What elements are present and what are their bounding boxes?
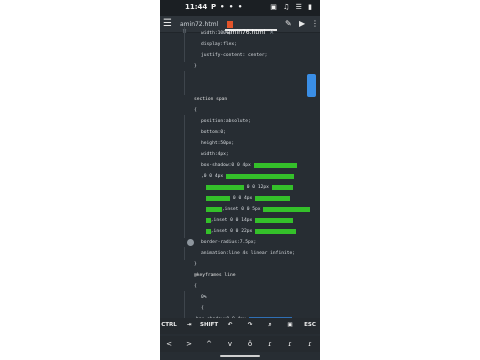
color-highlight xyxy=(255,218,294,223)
status-bar: 11:44 P • • • ▣ ♫ ☰ ▮ xyxy=(160,0,320,16)
save-icon[interactable]: ▣ xyxy=(281,322,299,328)
symbol-key[interactable]: ɾ xyxy=(261,340,279,348)
code-editor[interactable]: width:100%; display:flex; justify-conten… xyxy=(160,27,320,326)
system-status-icons: ▣ ♫ ☰ ▮ xyxy=(270,3,314,11)
shift-key[interactable]: SHIFT xyxy=(200,322,218,328)
color-highlight xyxy=(225,174,270,179)
down-arrow-icon[interactable]: v xyxy=(221,340,239,348)
gesture-bar[interactable] xyxy=(220,355,260,357)
symbol-key[interactable]: ɾ xyxy=(281,340,299,348)
color-highlight xyxy=(206,185,244,190)
color-highlight xyxy=(269,174,294,179)
fold-marker-icon[interactable] xyxy=(187,239,194,246)
tab-key[interactable]: ⇥ xyxy=(180,322,198,328)
undo-icon[interactable]: ↶ xyxy=(221,322,239,328)
esc-key[interactable]: ESC xyxy=(301,322,319,328)
right-arrow-icon[interactable]: > xyxy=(180,340,198,348)
status-time: 11:44 xyxy=(185,3,208,11)
symbol-key[interactable]: ŏ xyxy=(241,340,259,348)
search-icon[interactable]: ⌕ xyxy=(261,322,279,329)
p-icon: P xyxy=(211,3,217,11)
shortcut-bar: CTRL ⇥ SHIFT ↶ ↷ ⌕ ▣ ESC xyxy=(160,318,320,334)
symbol-key[interactable]: ɾ xyxy=(301,340,319,348)
color-highlight xyxy=(263,207,310,212)
color-highlight xyxy=(206,207,222,212)
color-highlight xyxy=(253,163,298,168)
color-highlight xyxy=(255,229,296,234)
color-highlight xyxy=(271,185,294,190)
notification-dots-icon: • • • xyxy=(220,3,244,11)
ctrl-key[interactable]: CTRL xyxy=(160,322,178,328)
navigation-key-bar: < > ^ v ŏ ɾ ɾ ɾ xyxy=(160,336,320,352)
redo-icon[interactable]: ↷ xyxy=(241,322,259,328)
left-arrow-icon[interactable]: < xyxy=(160,340,178,348)
color-highlight xyxy=(255,196,291,201)
up-arrow-icon[interactable]: ^ xyxy=(200,340,218,348)
color-highlight xyxy=(206,196,231,201)
phone-screen: 11:44 P • • • ▣ ♫ ☰ ▮ ☰ amin72.html × am… xyxy=(160,0,320,360)
